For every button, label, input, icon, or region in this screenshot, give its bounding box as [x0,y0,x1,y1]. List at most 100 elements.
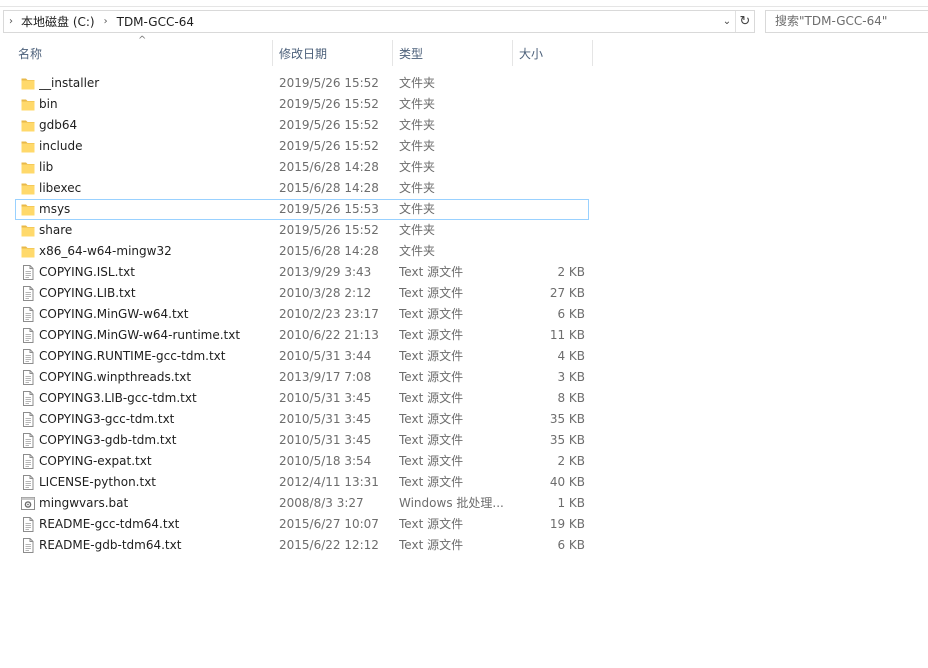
file-date: 2019/5/26 15:52 [279,118,379,132]
file-size: 6 KB [557,307,585,321]
text-file-icon [21,391,35,406]
file-type: Text 源文件 [399,328,464,342]
file-size: 4 KB [557,349,585,363]
file-size [520,94,585,115]
file-row[interactable]: README-gdb-tdm64.txt 2015/6/22 12:12 Text … [15,535,589,556]
file-size: 2 KB [557,454,585,468]
file-size: 2 KB [557,265,585,279]
file-type: 文件夹 [399,76,436,90]
file-type: 文件夹 [399,244,436,258]
text-file-icon [21,433,35,448]
file-row[interactable]: COPYING.MinGW-w64.txt 2010/2/23 23:17 Text… [15,304,589,325]
file-name[interactable]: LICENSE-python.txt [39,472,269,493]
file-name[interactable]: msys [39,199,269,220]
file-name[interactable]: COPYING.RUNTIME-gcc-tdm.txt [39,346,269,367]
file-list: __installer 2019/5/26 15:52 文件夹 bin 2019/5/2… [15,73,589,556]
file-row[interactable]: lib 2015/6/28 14:28 文件夹 [15,157,589,178]
file-row[interactable]: COPYING3-gcc-tdm.txt 2010/5/31 3:45 Text 源… [15,409,589,430]
folder-icon [21,97,35,112]
search-box[interactable] [765,10,928,33]
file-row[interactable]: README-gcc-tdm64.txt 2015/6/27 10:07 Text … [15,514,589,535]
file-type: 文件夹 [399,202,436,216]
file-date: 2010/5/31 3:45 [279,412,372,426]
column-header-name[interactable]: 名称 [12,44,273,64]
column-header-date[interactable]: 修改日期 [273,44,393,64]
file-size [520,157,585,178]
file-type: Text 源文件 [399,370,464,384]
file-name[interactable]: mingwvars.bat [39,493,269,514]
file-name[interactable]: COPYING-expat.txt [39,451,269,472]
file-name[interactable]: COPYING.ISL.txt [39,262,269,283]
file-size [520,178,585,199]
file-row[interactable]: mingwvars.bat 2008/8/3 3:27 Windows 批处理...… [15,493,589,514]
file-row[interactable]: gdb64 2019/5/26 15:52 文件夹 [15,115,589,136]
file-size: 35 KB [549,433,585,447]
text-file-icon [21,307,35,322]
file-name[interactable]: share [39,220,269,241]
file-type: Windows 批处理... [399,496,504,510]
breadcrumb-folder[interactable]: TDM-GCC-64 [114,15,197,29]
file-row[interactable]: include 2019/5/26 15:52 文件夹 [15,136,589,157]
file-type: Text 源文件 [399,286,464,300]
file-size: 19 KB [549,517,585,531]
file-name[interactable]: COPYING.MinGW-w64.txt [39,304,269,325]
file-size: 8 KB [557,391,585,405]
file-row[interactable]: __installer 2019/5/26 15:52 文件夹 [15,73,589,94]
file-date: 2010/5/31 3:45 [279,433,372,447]
file-name[interactable]: README-gdb-tdm64.txt [39,535,269,556]
file-row[interactable]: COPYING.RUNTIME-gcc-tdm.txt 2010/5/31 3:4… [15,346,589,367]
file-row[interactable]: COPYING.winpthreads.txt 2013/9/17 7:08 Tex… [15,367,589,388]
breadcrumb-chevron-icon[interactable]: › [4,16,18,27]
file-name[interactable]: libexec [39,178,269,199]
file-row[interactable]: msys 2019/5/26 15:53 文件夹 [15,199,589,220]
file-row[interactable]: COPYING.LIB.txt 2010/3/28 2:12 Text 源文件 27 … [15,283,589,304]
file-name[interactable]: x86_64-w64-mingw32 [39,241,269,262]
file-name[interactable]: README-gcc-tdm64.txt [39,514,269,535]
folder-icon [21,181,35,196]
column-header-size[interactable]: 大小 [513,44,593,64]
file-date: 2013/9/17 7:08 [279,370,372,384]
file-row[interactable]: x86_64-w64-mingw32 2015/6/28 14:28 文件夹 [15,241,589,262]
file-row[interactable]: LICENSE-python.txt 2012/4/11 13:31 Text 源文… [15,472,589,493]
file-row[interactable]: COPYING3.LIB-gcc-tdm.txt 2010/5/31 3:45 Te… [15,388,589,409]
breadcrumb-separator-icon[interactable]: › [98,16,114,27]
file-date: 2019/5/26 15:52 [279,223,379,237]
file-name[interactable]: COPYING.LIB.txt [39,283,269,304]
file-name[interactable]: COPYING3-gdb-tdm.txt [39,430,269,451]
file-type: 文件夹 [399,223,436,237]
file-row[interactable]: share 2019/5/26 15:52 文件夹 [15,220,589,241]
file-date: 2010/5/31 3:44 [279,349,372,363]
text-file-icon [21,370,35,385]
file-row[interactable]: libexec 2015/6/28 14:28 文件夹 [15,178,589,199]
refresh-icon[interactable]: ↻ [736,14,754,29]
file-name[interactable]: COPYING.MinGW-w64-runtime.txt [39,325,269,346]
file-type: 文件夹 [399,97,436,111]
file-name[interactable]: COPYING3-gcc-tdm.txt [39,409,269,430]
file-name[interactable]: bin [39,94,269,115]
file-name[interactable]: __installer [39,73,269,94]
address-dropdown-icon[interactable]: ⌄ [719,11,736,32]
file-date: 2015/6/28 14:28 [279,160,379,174]
file-name[interactable]: include [39,136,269,157]
file-row[interactable]: bin 2019/5/26 15:52 文件夹 [15,94,589,115]
file-type: Text 源文件 [399,433,464,447]
text-file-icon [21,328,35,343]
folder-icon [21,160,35,175]
file-name[interactable]: lib [39,157,269,178]
file-size: 1 KB [557,496,585,510]
file-row[interactable]: COPYING.MinGW-w64-runtime.txt 2010/6/22 2… [15,325,589,346]
file-name[interactable]: COPYING3.LIB-gcc-tdm.txt [39,388,269,409]
file-name[interactable]: COPYING.winpthreads.txt [39,367,269,388]
file-name[interactable]: gdb64 [39,115,269,136]
file-row[interactable]: COPYING.ISL.txt 2013/9/29 3:43 Text 源文件 2 K… [15,262,589,283]
file-row[interactable]: COPYING3-gdb-tdm.txt 2010/5/31 3:45 Text 源… [15,430,589,451]
file-type: 文件夹 [399,118,436,132]
address-bar[interactable]: › 本地磁盘 (C:) › TDM-GCC-64 ⌄ ↻ [3,10,755,33]
breadcrumb-drive[interactable]: 本地磁盘 (C:) [18,13,98,30]
file-type: Text 源文件 [399,265,464,279]
column-header-type[interactable]: 类型 [393,44,513,64]
column-divider[interactable] [592,40,593,66]
file-row[interactable]: COPYING-expat.txt 2010/5/18 3:54 Text 源文件 2… [15,451,589,472]
file-size [520,241,585,262]
search-input[interactable] [766,11,925,30]
